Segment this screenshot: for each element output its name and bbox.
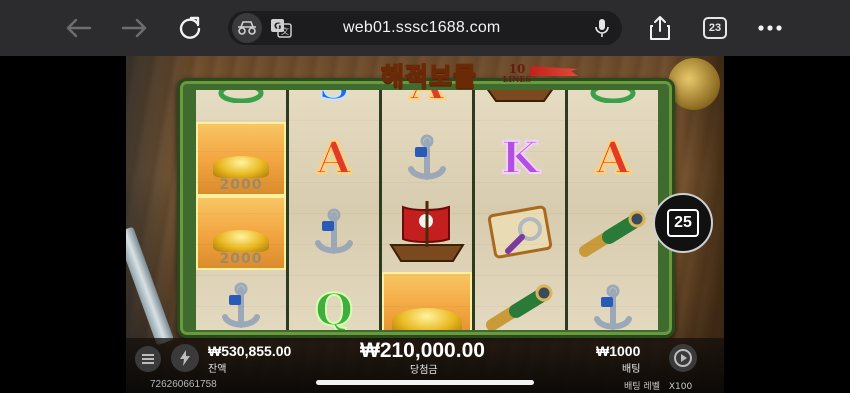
spin-play-icon[interactable]	[669, 344, 697, 372]
session-id: 726260661758	[150, 379, 217, 390]
balance-value: ₩530,855.00	[208, 343, 292, 359]
gold-pile-icon	[213, 230, 269, 252]
gold-pile-icon	[213, 156, 269, 178]
win-label: 당첨금	[410, 365, 438, 376]
ship-symbol	[475, 90, 565, 124]
home-indicator	[316, 380, 534, 385]
reel-4: K	[475, 90, 565, 330]
more-icon[interactable]	[756, 14, 784, 42]
win-value: ₩210,000.00	[360, 339, 485, 362]
back-arrow-icon[interactable]	[65, 14, 93, 42]
spyglass-symbol	[475, 272, 565, 330]
letter-q-symbol: Q	[289, 274, 379, 331]
privacy-icon[interactable]	[232, 13, 262, 43]
treasure-map-icon	[487, 205, 553, 259]
gold-value: 2000	[219, 251, 263, 267]
letter-k-symbol: K	[475, 122, 565, 196]
reel-3: A	[382, 90, 472, 330]
game-title: 해적보물	[380, 61, 477, 92]
balance-label: 잔액	[208, 364, 227, 375]
letter-a-symbol: A	[382, 90, 472, 122]
share-icon[interactable]	[646, 14, 674, 42]
reel-area: 2000 2000 S A Q A	[196, 90, 658, 330]
pirate-ship-icon	[389, 201, 465, 262]
gold-coins-icon	[392, 308, 462, 330]
brass-decoration	[668, 58, 720, 110]
bet-value[interactable]: ₩1000	[596, 343, 640, 359]
lines-badge: 10 LINES	[498, 62, 536, 90]
gold-symbol	[382, 272, 472, 330]
partial-symbol	[568, 90, 658, 120]
bet-level-value: X100	[668, 382, 693, 392]
translate-icon[interactable]: G文	[270, 18, 292, 38]
spyglass-icon	[486, 284, 553, 330]
letter-s: S	[317, 90, 351, 108]
letter-a-symbol: A	[568, 122, 658, 196]
menu-icon[interactable]	[135, 346, 161, 372]
microphone-icon[interactable]	[594, 18, 610, 38]
bet-level: 배팅 레벨 X100	[624, 379, 692, 392]
browser-toolbar: G文 web01.sssc1688.com 23	[0, 0, 850, 56]
turbo-icon[interactable]	[171, 344, 199, 372]
reel-5: A	[568, 90, 658, 330]
forward-arrow-icon[interactable]	[120, 14, 148, 42]
gold-symbol: 2000	[196, 196, 286, 270]
letter-k: K	[500, 133, 540, 184]
map-symbol	[475, 196, 565, 270]
autospin-button[interactable]: 25	[653, 193, 713, 253]
svg-text:文: 文	[281, 26, 289, 36]
lines-word: LINES	[502, 74, 532, 84]
url-text[interactable]: web01.sssc1688.com	[343, 19, 500, 37]
bet-label: 배팅	[622, 364, 641, 375]
pirate-ship-icon	[486, 90, 554, 102]
anchor-symbol	[196, 272, 286, 330]
letter-s-symbol: S	[289, 90, 379, 122]
autospin-count: 25	[667, 209, 699, 237]
tabs-icon[interactable]: 23	[703, 17, 727, 39]
partial-symbol	[196, 90, 286, 120]
anchor-icon	[594, 284, 632, 330]
tab-count: 23	[708, 22, 722, 34]
bet-level-label: 배팅 레벨	[624, 382, 660, 392]
anchor-symbol	[289, 198, 379, 272]
screen: G文 web01.sssc1688.com 23 2000 2000 A Q K…	[0, 0, 850, 393]
anchor-symbol	[382, 124, 472, 198]
lines-count: 10	[508, 62, 526, 76]
reel-1: 2000 2000	[196, 90, 286, 330]
anchor-icon	[408, 134, 446, 180]
reload-icon[interactable]	[176, 14, 204, 42]
anchor-symbol	[568, 274, 658, 330]
anchor-icon	[315, 208, 353, 254]
gold-value: 2000	[219, 177, 263, 193]
letter-a: A	[595, 133, 631, 184]
letter-a-symbol: A	[289, 122, 379, 196]
game-title-banner: 해적보물	[354, 58, 504, 92]
gold-symbol: 2000	[196, 122, 286, 196]
letter-q: Q	[314, 285, 354, 331]
letter-a: A	[316, 133, 352, 184]
reel-2: S A Q	[289, 90, 379, 330]
ship-symbol	[382, 196, 472, 270]
anchor-icon	[222, 282, 260, 328]
spyglass-icon	[579, 210, 646, 257]
address-bar[interactable]: G文 web01.sssc1688.com	[228, 11, 622, 45]
spyglass-symbol	[568, 198, 658, 272]
slot-game: 2000 2000 S A Q A	[126, 56, 724, 393]
